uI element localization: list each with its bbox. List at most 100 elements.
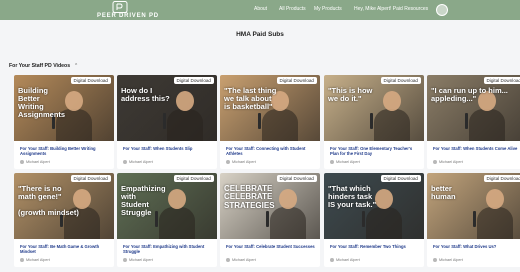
speaker-figure [477, 207, 513, 239]
speaker-figure [374, 109, 410, 141]
digital-download-badge: Digital Download [276, 77, 317, 84]
speaker-figure [167, 109, 203, 141]
thumbnail-caption: CELEBRATE CELEBRATE STRATEGIES [224, 184, 275, 210]
logo-mark-icon [112, 1, 128, 13]
thumbnail-caption: better human [431, 184, 456, 201]
author-avatar-icon [226, 258, 230, 262]
author-name: Michael Alpert [232, 258, 256, 262]
nav-link-my-products[interactable]: My Products [314, 6, 342, 12]
speaker-head [65, 91, 83, 111]
video-thumbnail[interactable]: "That which hinders task IS your task." D… [324, 173, 424, 239]
nav-link-about[interactable]: About [254, 6, 267, 12]
nav-link-all-products[interactable]: All Products [279, 6, 306, 12]
microphone-icon [266, 211, 269, 227]
author-avatar-icon [330, 160, 334, 164]
speaker-figure [262, 109, 298, 141]
product-card[interactable]: "I can run up to him... appleding..." Dig… [427, 75, 520, 169]
product-card[interactable]: Building Better Writing Assignments Digit… [14, 75, 114, 169]
page-title: HMA Paid Subs [236, 31, 284, 38]
author-name: Michael Alpert [336, 258, 360, 262]
product-title-link[interactable]: For Your Staff: Connecting with Student … [226, 146, 316, 157]
author-name: Michael Alpert [439, 160, 463, 164]
author-avatar-icon [330, 258, 334, 262]
thumbnail-caption: "This is how we do it." [328, 86, 373, 103]
author-avatar-icon [20, 160, 24, 164]
digital-download-badge: Digital Download [483, 77, 520, 84]
author-line: Michael Alpert [330, 258, 360, 262]
speaker-head [375, 189, 393, 209]
nav-link-account-menu[interactable]: Hey, Mike Alpert! Paid Resources [354, 6, 428, 12]
author-name: Michael Alpert [129, 160, 153, 164]
author-line: Michael Alpert [20, 258, 50, 262]
product-title-link[interactable]: For Your Staff: One Elementary Teacher's… [330, 146, 420, 157]
product-card[interactable]: How do I address this? Digital Download Fo… [117, 75, 217, 169]
author-name: Michael Alpert [26, 258, 50, 262]
author-line: Michael Alpert [20, 160, 50, 164]
section-title: For Your Staff PD Videos [9, 63, 71, 69]
product-title-link[interactable]: For Your Staff: Remember Two Things [330, 244, 420, 249]
peer-driven-pd-logo[interactable]: PEER DRIVEN PD [88, 1, 168, 20]
video-thumbnail[interactable]: "There is no math gene!" (growth mindset… [14, 173, 114, 239]
product-title-link[interactable]: For Your Staff: Be Math Game & Growth Mi… [20, 244, 110, 255]
author-name: Michael Alpert [336, 160, 360, 164]
microphone-icon [465, 113, 468, 129]
thumbnail-caption: How do I address this? [121, 86, 170, 103]
video-thumbnail[interactable]: How do I address this? Digital Download [117, 75, 217, 141]
speaker-figure [270, 207, 306, 239]
product-card[interactable]: CELEBRATE CELEBRATE STRATEGIES Digital Do… [220, 173, 320, 267]
product-card[interactable]: better human Digital Download For Your Sta… [427, 173, 520, 267]
avatar[interactable] [436, 4, 448, 16]
thumbnail-caption: Empathizing with Student Struggle [121, 184, 166, 217]
digital-download-badge: Digital Download [173, 175, 214, 182]
author-avatar-icon [433, 160, 437, 164]
product-title-link[interactable]: For Your Staff: When Students Slip [123, 146, 213, 151]
author-avatar-icon [123, 258, 127, 262]
author-avatar-icon [20, 258, 24, 262]
author-avatar-icon [226, 160, 230, 164]
speaker-head [168, 189, 186, 209]
video-thumbnail[interactable]: "The last thing we talk about is basketb… [220, 75, 320, 141]
product-card[interactable]: Empathizing with Student Struggle Digital… [117, 173, 217, 267]
thumbnail-caption: "The last thing we talk about is basketb… [224, 86, 277, 111]
speaker-figure [469, 109, 505, 141]
digital-download-badge: Digital Download [173, 77, 214, 84]
digital-download-badge: Digital Download [276, 175, 317, 182]
microphone-icon [473, 211, 476, 227]
video-thumbnail[interactable]: "I can run up to him... appleding..." Dig… [427, 75, 520, 141]
speaker-head [383, 91, 401, 111]
product-title-link[interactable]: For Your Staff: When Students Come Alive [433, 146, 520, 151]
speaker-head [279, 189, 297, 209]
video-thumbnail[interactable]: Empathizing with Student Struggle Digital… [117, 173, 217, 239]
collapse-chevron-icon[interactable]: ⌃ [74, 63, 78, 69]
author-avatar-icon [433, 258, 437, 262]
author-name: Michael Alpert [439, 258, 463, 262]
video-thumbnail[interactable]: Building Better Writing Assignments Digit… [14, 75, 114, 141]
author-line: Michael Alpert [226, 258, 256, 262]
author-name: Michael Alpert [26, 160, 50, 164]
product-card[interactable]: "That which hinders task IS your task." D… [324, 173, 424, 267]
speaker-head [176, 91, 194, 111]
product-card[interactable]: "There is no math gene!" (growth mindset… [14, 173, 114, 267]
thumbnail-caption: Building Better Writing Assignments [18, 86, 66, 119]
product-card[interactable]: "This is how we do it." Digital Download F… [324, 75, 424, 169]
video-thumbnail[interactable]: better human Digital Download [427, 173, 520, 239]
author-name: Michael Alpert [129, 258, 153, 262]
video-thumbnail[interactable]: "This is how we do it." Digital Download [324, 75, 424, 141]
thumbnail-caption: "I can run up to him... appleding..." [431, 86, 508, 103]
microphone-icon [258, 113, 261, 129]
microphone-icon [370, 113, 373, 129]
product-title-link[interactable]: For Your Staff: What Drives Us? [433, 244, 520, 249]
author-line: Michael Alpert [123, 258, 153, 262]
product-title-link[interactable]: For Your Staff: Building Better Writing … [20, 146, 110, 157]
digital-download-badge: Digital Download [70, 175, 111, 182]
video-thumbnail[interactable]: CELEBRATE CELEBRATE STRATEGIES Digital Do… [220, 173, 320, 239]
digital-download-badge: Digital Download [380, 175, 421, 182]
product-title-link[interactable]: For Your Staff: Celebrate Student Succes… [226, 244, 316, 249]
product-title-link[interactable]: For Your Staff: Empathizing with Student… [123, 244, 213, 255]
author-line: Michael Alpert [433, 160, 463, 164]
digital-download-badge: Digital Download [483, 175, 520, 182]
author-line: Michael Alpert [433, 258, 463, 262]
speaker-figure [366, 207, 402, 239]
product-card[interactable]: "The last thing we talk about is basketb… [220, 75, 320, 169]
microphone-icon [163, 113, 166, 129]
